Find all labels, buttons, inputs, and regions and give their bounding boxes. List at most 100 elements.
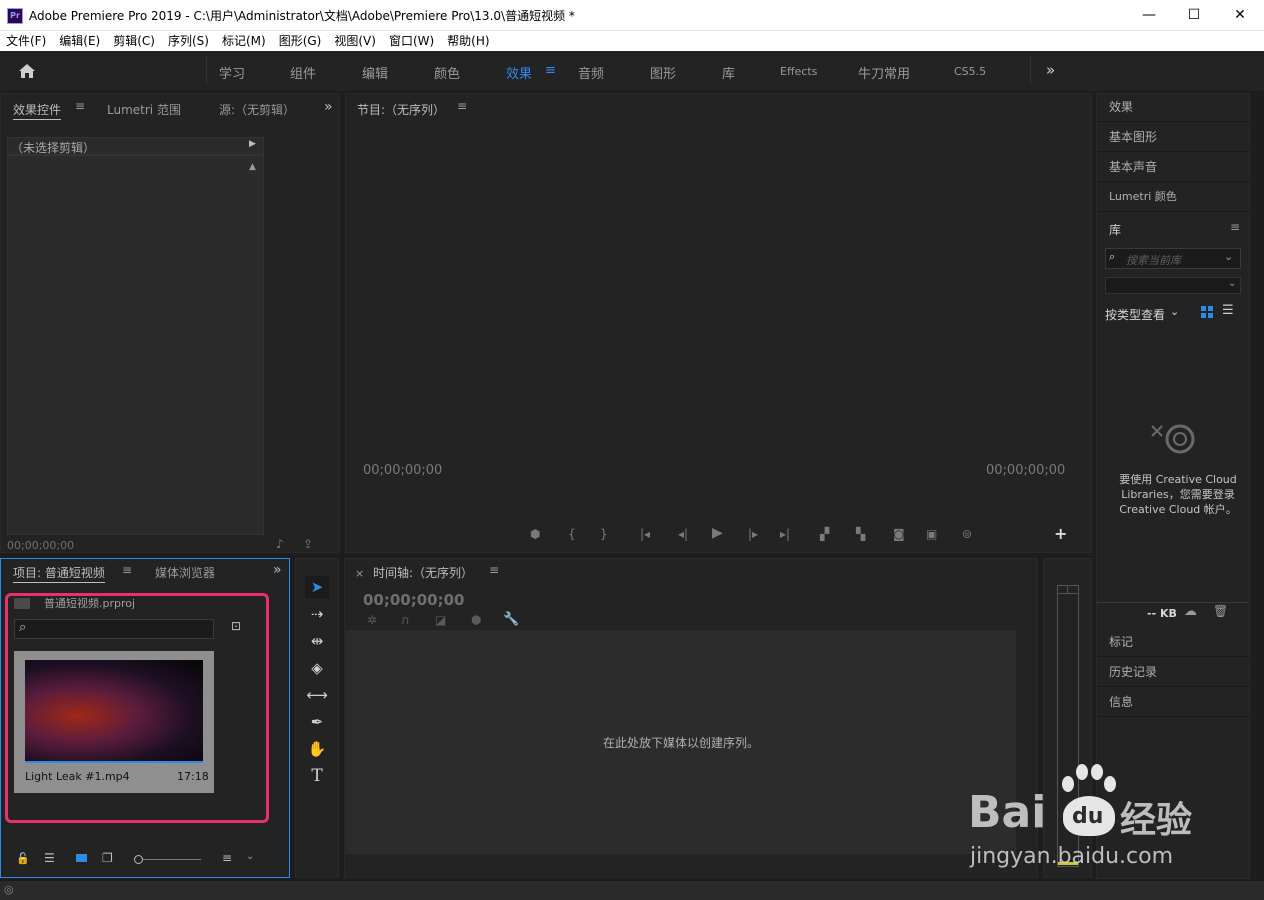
menu-window[interactable]: 窗口(W) bbox=[389, 31, 434, 51]
tab-effect-controls[interactable]: 效果控件 bbox=[13, 101, 62, 120]
export-frame-icon[interactable]: ⇪ bbox=[303, 537, 313, 551]
add-marker-timeline-icon[interactable]: ◪ bbox=[435, 613, 446, 627]
mark-in-icon[interactable]: { bbox=[568, 527, 576, 541]
menu-help[interactable]: 帮助(H) bbox=[447, 31, 489, 51]
panel-info[interactable]: 信息 bbox=[1097, 688, 1249, 717]
workspace-cs55[interactable]: CS5.5 bbox=[954, 65, 986, 78]
timeline-close-icon[interactable]: × bbox=[355, 567, 364, 580]
linked-selection-icon[interactable]: ∩ bbox=[401, 613, 410, 627]
sort-chevron-icon[interactable]: ⌄ bbox=[246, 851, 254, 862]
go-to-out-icon[interactable]: ▸| bbox=[780, 527, 790, 541]
workspace-editing[interactable]: 编辑 bbox=[362, 63, 388, 82]
tab-source[interactable]: 源:（无剪辑） bbox=[219, 101, 295, 118]
program-title[interactable]: 节目:（无序列） bbox=[357, 101, 445, 118]
panel-history[interactable]: 历史记录 bbox=[1097, 658, 1249, 687]
menu-sequence[interactable]: 序列(S) bbox=[168, 31, 209, 51]
workspace-more-icon[interactable]: » bbox=[1046, 61, 1055, 79]
workspace-learning[interactable]: 学习 bbox=[219, 63, 245, 82]
search-dropdown-icon[interactable]: ⌄ bbox=[1224, 250, 1233, 263]
menu-graphics[interactable]: 图形(G) bbox=[279, 31, 322, 51]
lock-icon[interactable]: 🔓 bbox=[16, 852, 30, 865]
workspace-effects-en[interactable]: Effects bbox=[780, 65, 817, 78]
program-menu-icon[interactable]: ≡ bbox=[457, 99, 467, 113]
step-forward-icon[interactable]: |▸ bbox=[748, 527, 758, 541]
library-select[interactable] bbox=[1105, 277, 1241, 294]
ripple-edit-tool-icon[interactable]: ⇹ bbox=[305, 630, 329, 652]
close-button[interactable]: ✕ bbox=[1217, 0, 1263, 31]
menu-marker[interactable]: 标记(M) bbox=[222, 31, 266, 51]
menu-clip[interactable]: 剪辑(C) bbox=[113, 31, 155, 51]
home-icon[interactable] bbox=[18, 63, 36, 79]
workspace-graphics[interactable]: 图形 bbox=[650, 63, 676, 82]
workspace-menu-icon[interactable]: ≡ bbox=[545, 63, 556, 78]
cc-login-message: 要使用 Creative Cloud Libraries，您需要登录 Creat… bbox=[1119, 473, 1237, 516]
list-view-button-icon[interactable]: ☰ bbox=[44, 851, 55, 865]
library-menu-icon[interactable]: ≡ bbox=[1230, 220, 1240, 234]
expand-arrow-icon[interactable]: ▶ bbox=[249, 139, 256, 149]
add-button-icon[interactable]: + bbox=[1054, 524, 1067, 543]
step-back-icon[interactable]: ◂| bbox=[678, 527, 688, 541]
wrench-icon[interactable]: 🔧 bbox=[503, 612, 519, 627]
audio-only-icon[interactable]: ♪ bbox=[276, 537, 284, 551]
sort-icon[interactable]: ≡ bbox=[222, 851, 232, 865]
add-marker-icon[interactable]: ⬢ bbox=[530, 527, 540, 541]
tab-lumetri-scopes[interactable]: Lumetri 范围 bbox=[107, 101, 181, 118]
timeline-panel: × 时间轴:（无序列） ≡ 00;00;00;00 ✲ ∩ ◪ ⬢ 🔧 在此处放… bbox=[344, 558, 1038, 878]
list-view-icon[interactable]: ☰ bbox=[1222, 303, 1234, 318]
view-by-chevron-icon[interactable]: ⌄ bbox=[1170, 305, 1179, 318]
panel-menu-icon[interactable]: ≡ bbox=[75, 99, 85, 113]
zoom-slider-track[interactable] bbox=[143, 859, 201, 860]
workspace-bar: 学习 组件 编辑 颜色 效果 ≡ 音频 图形 库 Effects 牛刀常用 CS… bbox=[0, 51, 1264, 91]
marker-icon[interactable]: ⬢ bbox=[471, 613, 481, 627]
go-to-in-icon[interactable]: |◂ bbox=[640, 527, 650, 541]
timeline-menu-icon[interactable]: ≡ bbox=[489, 563, 499, 577]
snap-icon[interactable]: ✲ bbox=[367, 613, 377, 627]
freeform-view-icon[interactable]: ❐ bbox=[102, 851, 113, 865]
trash-icon[interactable]: 🗑 bbox=[1213, 604, 1228, 618]
hand-tool-icon[interactable]: ✋ bbox=[305, 738, 329, 760]
panel-markers[interactable]: 标记 bbox=[1097, 628, 1249, 657]
tab-project[interactable]: 项目: 普通短视频 bbox=[13, 564, 105, 583]
menu-edit[interactable]: 编辑(E) bbox=[59, 31, 100, 51]
tab-media-browser[interactable]: 媒体浏览器 bbox=[155, 564, 215, 581]
workspace-color[interactable]: 颜色 bbox=[434, 63, 460, 82]
play-icon[interactable]: ▶ bbox=[712, 525, 723, 541]
menu-view[interactable]: 视图(V) bbox=[334, 31, 376, 51]
panel-overflow-icon[interactable]: » bbox=[324, 99, 333, 115]
pen-tool-icon[interactable]: ✒ bbox=[305, 711, 329, 733]
lift-icon[interactable]: ▞ bbox=[820, 527, 829, 541]
project-overflow-icon[interactable]: » bbox=[273, 562, 282, 578]
program-monitor-panel: 节目:（无序列） ≡ 00;00;00;00 00;00;00;00 ⬢ { }… bbox=[345, 93, 1092, 553]
workspace-custom[interactable]: 牛刀常用 bbox=[858, 63, 910, 82]
type-tool-icon[interactable]: T bbox=[305, 765, 329, 787]
project-menu-icon[interactable]: ≡ bbox=[122, 563, 132, 577]
panel-essential-graphics[interactable]: 基本图形 bbox=[1097, 123, 1249, 152]
grid-view-icon[interactable] bbox=[1201, 306, 1214, 319]
icon-view-button-icon[interactable] bbox=[76, 854, 87, 862]
vr-icon[interactable]: ⊜ bbox=[962, 527, 972, 541]
workspace-effects[interactable]: 效果 bbox=[506, 63, 532, 82]
track-select-tool-icon[interactable]: ⇢ bbox=[305, 603, 329, 625]
menu-file[interactable]: 文件(F) bbox=[6, 31, 46, 51]
maximize-button[interactable]: ☐ bbox=[1171, 0, 1217, 31]
timeline-title[interactable]: 时间轴:（无序列） bbox=[373, 564, 473, 581]
extract-icon[interactable]: ▚ bbox=[856, 527, 865, 541]
mark-out-icon[interactable]: } bbox=[600, 527, 608, 541]
workspace-assembly[interactable]: 组件 bbox=[290, 63, 316, 82]
panel-effects[interactable]: 效果 bbox=[1097, 93, 1249, 122]
library-select-chevron-icon[interactable]: ⌄ bbox=[1228, 278, 1236, 289]
panel-lumetri-color[interactable]: Lumetri 颜色 bbox=[1097, 183, 1249, 212]
selection-tool-icon[interactable]: ➤ bbox=[305, 576, 329, 598]
minimize-button[interactable]: — bbox=[1126, 0, 1172, 31]
slip-tool-icon[interactable]: ⟷ bbox=[305, 684, 329, 706]
comparison-view-icon[interactable]: ▣ bbox=[926, 527, 937, 541]
workspace-audio[interactable]: 音频 bbox=[578, 63, 604, 82]
razor-tool-icon[interactable]: ◈ bbox=[305, 657, 329, 679]
cloud-sync-icon[interactable]: ☁ bbox=[1184, 604, 1197, 619]
view-by-type-dropdown[interactable]: 按类型查看 bbox=[1105, 306, 1165, 323]
camera-icon[interactable]: ◙ bbox=[893, 527, 905, 541]
workspace-libraries[interactable]: 库 bbox=[722, 63, 735, 82]
zoom-slider-handle[interactable] bbox=[134, 855, 143, 864]
panel-essential-sound[interactable]: 基本声音 bbox=[1097, 153, 1249, 182]
scroll-up-icon[interactable]: ▲ bbox=[249, 162, 256, 172]
